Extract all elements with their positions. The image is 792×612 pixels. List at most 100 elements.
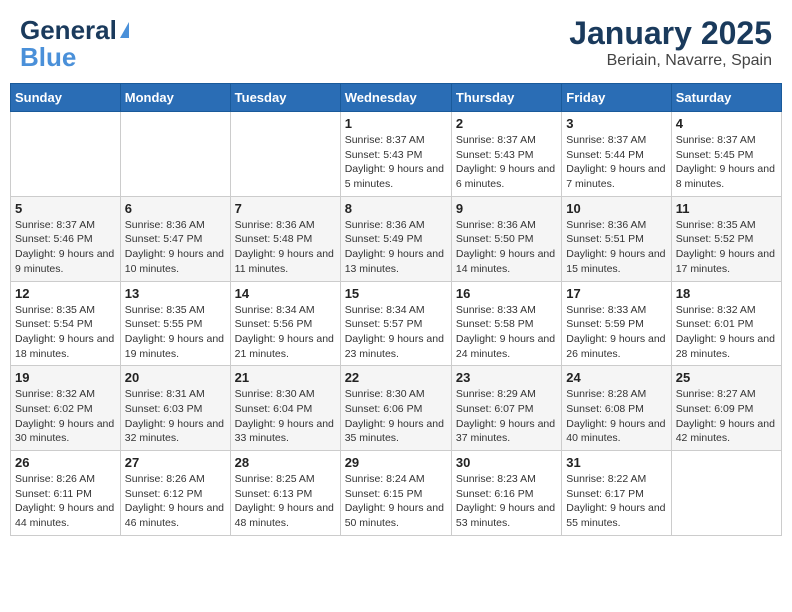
day-number: 18 (676, 286, 777, 301)
calendar-table: SundayMondayTuesdayWednesdayThursdayFrid… (10, 83, 782, 536)
day-number: 11 (676, 201, 777, 216)
day-number: 22 (345, 370, 447, 385)
calendar-cell: 31Sunrise: 8:22 AM Sunset: 6:17 PM Dayli… (562, 451, 671, 536)
calendar-cell (11, 112, 121, 197)
day-number: 8 (345, 201, 447, 216)
day-info: Sunrise: 8:36 AM Sunset: 5:49 PM Dayligh… (345, 218, 447, 277)
title-area: January 2025 Beriain, Navarre, Spain (569, 15, 772, 70)
weekday-header: Wednesday (340, 84, 451, 112)
calendar-cell (120, 112, 230, 197)
day-info: Sunrise: 8:37 AM Sunset: 5:44 PM Dayligh… (566, 133, 666, 192)
calendar-week: 26 Sunrise: 8:26 AM Sunset: 6:11 PM Dayli… (11, 451, 782, 536)
calendar-cell: 17Sunrise: 8:33 AM Sunset: 5:59 PM Dayli… (562, 281, 671, 366)
calendar-cell: 6 Sunrise: 8:36 AM Sunset: 5:47 PM Daylig… (120, 196, 230, 281)
calendar-week: 19 Sunrise: 8:32 AM Sunset: 6:02 PM Dayli… (11, 366, 782, 451)
calendar-cell: 28 Sunrise: 8:25 AM Sunset: 6:13 PM Dayli… (230, 451, 340, 536)
calendar-cell: 4Sunrise: 8:37 AM Sunset: 5:45 PM Daylig… (671, 112, 781, 197)
calendar-cell: 7 Sunrise: 8:36 AM Sunset: 5:48 PM Daylig… (230, 196, 340, 281)
day-info: Sunrise: 8:37 AM Sunset: 5:43 PM Dayligh… (456, 133, 557, 192)
calendar-cell: 23 Sunrise: 8:29 AM Sunset: 6:07 PM Dayli… (451, 366, 561, 451)
logo: General Blue (20, 15, 129, 69)
day-info: Sunrise: 8:26 AM Sunset: 6:11 PM Dayligh… (15, 472, 116, 531)
day-info: Sunrise: 8:35 AM Sunset: 5:54 PM Dayligh… (15, 303, 116, 362)
calendar-cell: 2 Sunrise: 8:37 AM Sunset: 5:43 PM Daylig… (451, 112, 561, 197)
day-info: Sunrise: 8:37 AM Sunset: 5:43 PM Dayligh… (345, 133, 447, 192)
calendar-cell: 16 Sunrise: 8:33 AM Sunset: 5:58 PM Dayli… (451, 281, 561, 366)
calendar-cell: 13Sunrise: 8:35 AM Sunset: 5:55 PM Dayli… (120, 281, 230, 366)
calendar-cell: 1Sunrise: 8:37 AM Sunset: 5:43 PM Daylig… (340, 112, 451, 197)
day-number: 20 (125, 370, 226, 385)
weekday-header: Sunday (11, 84, 121, 112)
day-number: 21 (235, 370, 336, 385)
logo-icon (120, 22, 129, 38)
day-info: Sunrise: 8:25 AM Sunset: 6:13 PM Dayligh… (235, 472, 336, 531)
day-number: 23 (456, 370, 557, 385)
day-number: 26 (15, 455, 116, 470)
calendar-cell: 11 Sunrise: 8:35 AM Sunset: 5:52 PM Dayli… (671, 196, 781, 281)
page-header: General Blue January 2025 Beriain, Navar… (10, 10, 782, 75)
day-number: 15 (345, 286, 447, 301)
page-title: January 2025 (569, 15, 772, 52)
calendar-cell: 18 Sunrise: 8:32 AM Sunset: 6:01 PM Dayli… (671, 281, 781, 366)
day-info: Sunrise: 8:30 AM Sunset: 6:04 PM Dayligh… (235, 387, 336, 446)
calendar-cell: 20 Sunrise: 8:31 AM Sunset: 6:03 PM Dayli… (120, 366, 230, 451)
day-number: 3 (566, 116, 666, 131)
day-info: Sunrise: 8:29 AM Sunset: 6:07 PM Dayligh… (456, 387, 557, 446)
calendar-cell: 30 Sunrise: 8:23 AM Sunset: 6:16 PM Dayli… (451, 451, 561, 536)
day-number: 10 (566, 201, 666, 216)
day-info: Sunrise: 8:36 AM Sunset: 5:48 PM Dayligh… (235, 218, 336, 277)
weekday-header: Saturday (671, 84, 781, 112)
day-number: 16 (456, 286, 557, 301)
calendar-week: 12 Sunrise: 8:35 AM Sunset: 5:54 PM Dayli… (11, 281, 782, 366)
day-info: Sunrise: 8:34 AM Sunset: 5:56 PM Dayligh… (235, 303, 336, 362)
calendar-cell: 27 Sunrise: 8:26 AM Sunset: 6:12 PM Dayli… (120, 451, 230, 536)
day-number: 25 (676, 370, 777, 385)
day-info: Sunrise: 8:33 AM Sunset: 5:58 PM Dayligh… (456, 303, 557, 362)
day-info: Sunrise: 8:26 AM Sunset: 6:12 PM Dayligh… (125, 472, 226, 531)
page-subtitle: Beriain, Navarre, Spain (569, 52, 772, 70)
day-info: Sunrise: 8:32 AM Sunset: 6:01 PM Dayligh… (676, 303, 777, 362)
day-number: 28 (235, 455, 336, 470)
weekday-header: Monday (120, 84, 230, 112)
day-number: 27 (125, 455, 226, 470)
day-info: Sunrise: 8:36 AM Sunset: 5:50 PM Dayligh… (456, 218, 557, 277)
day-info: Sunrise: 8:36 AM Sunset: 5:47 PM Dayligh… (125, 218, 226, 277)
day-number: 14 (235, 286, 336, 301)
calendar-cell: 14 Sunrise: 8:34 AM Sunset: 5:56 PM Dayli… (230, 281, 340, 366)
calendar-body: 1Sunrise: 8:37 AM Sunset: 5:43 PM Daylig… (11, 112, 782, 536)
day-info: Sunrise: 8:37 AM Sunset: 5:46 PM Dayligh… (15, 218, 116, 277)
calendar-cell: 19 Sunrise: 8:32 AM Sunset: 6:02 PM Dayli… (11, 366, 121, 451)
day-info: Sunrise: 8:28 AM Sunset: 6:08 PM Dayligh… (566, 387, 666, 446)
day-number: 6 (125, 201, 226, 216)
day-info: Sunrise: 8:30 AM Sunset: 6:06 PM Dayligh… (345, 387, 447, 446)
calendar-cell: 3 Sunrise: 8:37 AM Sunset: 5:44 PM Daylig… (562, 112, 671, 197)
day-info: Sunrise: 8:31 AM Sunset: 6:03 PM Dayligh… (125, 387, 226, 446)
day-number: 17 (566, 286, 666, 301)
day-info: Sunrise: 8:27 AM Sunset: 6:09 PM Dayligh… (676, 387, 777, 446)
day-number: 24 (566, 370, 666, 385)
day-number: 12 (15, 286, 116, 301)
day-info: Sunrise: 8:23 AM Sunset: 6:16 PM Dayligh… (456, 472, 557, 531)
day-info: Sunrise: 8:37 AM Sunset: 5:45 PM Dayligh… (676, 133, 777, 192)
day-info: Sunrise: 8:35 AM Sunset: 5:52 PM Dayligh… (676, 218, 777, 277)
day-number: 30 (456, 455, 557, 470)
day-info: Sunrise: 8:36 AM Sunset: 5:51 PM Dayligh… (566, 218, 666, 277)
day-info: Sunrise: 8:24 AM Sunset: 6:15 PM Dayligh… (345, 472, 447, 531)
day-number: 2 (456, 116, 557, 131)
calendar-cell: 29 Sunrise: 8:24 AM Sunset: 6:15 PM Dayli… (340, 451, 451, 536)
day-info: Sunrise: 8:32 AM Sunset: 6:02 PM Dayligh… (15, 387, 116, 446)
day-number: 7 (235, 201, 336, 216)
calendar-cell: 15 Sunrise: 8:34 AM Sunset: 5:57 PM Dayli… (340, 281, 451, 366)
day-number: 5 (15, 201, 116, 216)
calendar-header: SundayMondayTuesdayWednesdayThursdayFrid… (11, 84, 782, 112)
day-number: 31 (566, 455, 666, 470)
day-info: Sunrise: 8:34 AM Sunset: 5:57 PM Dayligh… (345, 303, 447, 362)
calendar-cell (230, 112, 340, 197)
day-number: 19 (15, 370, 116, 385)
calendar-cell: 24 Sunrise: 8:28 AM Sunset: 6:08 PM Dayli… (562, 366, 671, 451)
calendar-cell: 10 Sunrise: 8:36 AM Sunset: 5:51 PM Dayli… (562, 196, 671, 281)
weekday-header: Friday (562, 84, 671, 112)
day-number: 29 (345, 455, 447, 470)
calendar-cell: 12 Sunrise: 8:35 AM Sunset: 5:54 PM Dayli… (11, 281, 121, 366)
calendar-week: 5 Sunrise: 8:37 AM Sunset: 5:46 PM Daylig… (11, 196, 782, 281)
